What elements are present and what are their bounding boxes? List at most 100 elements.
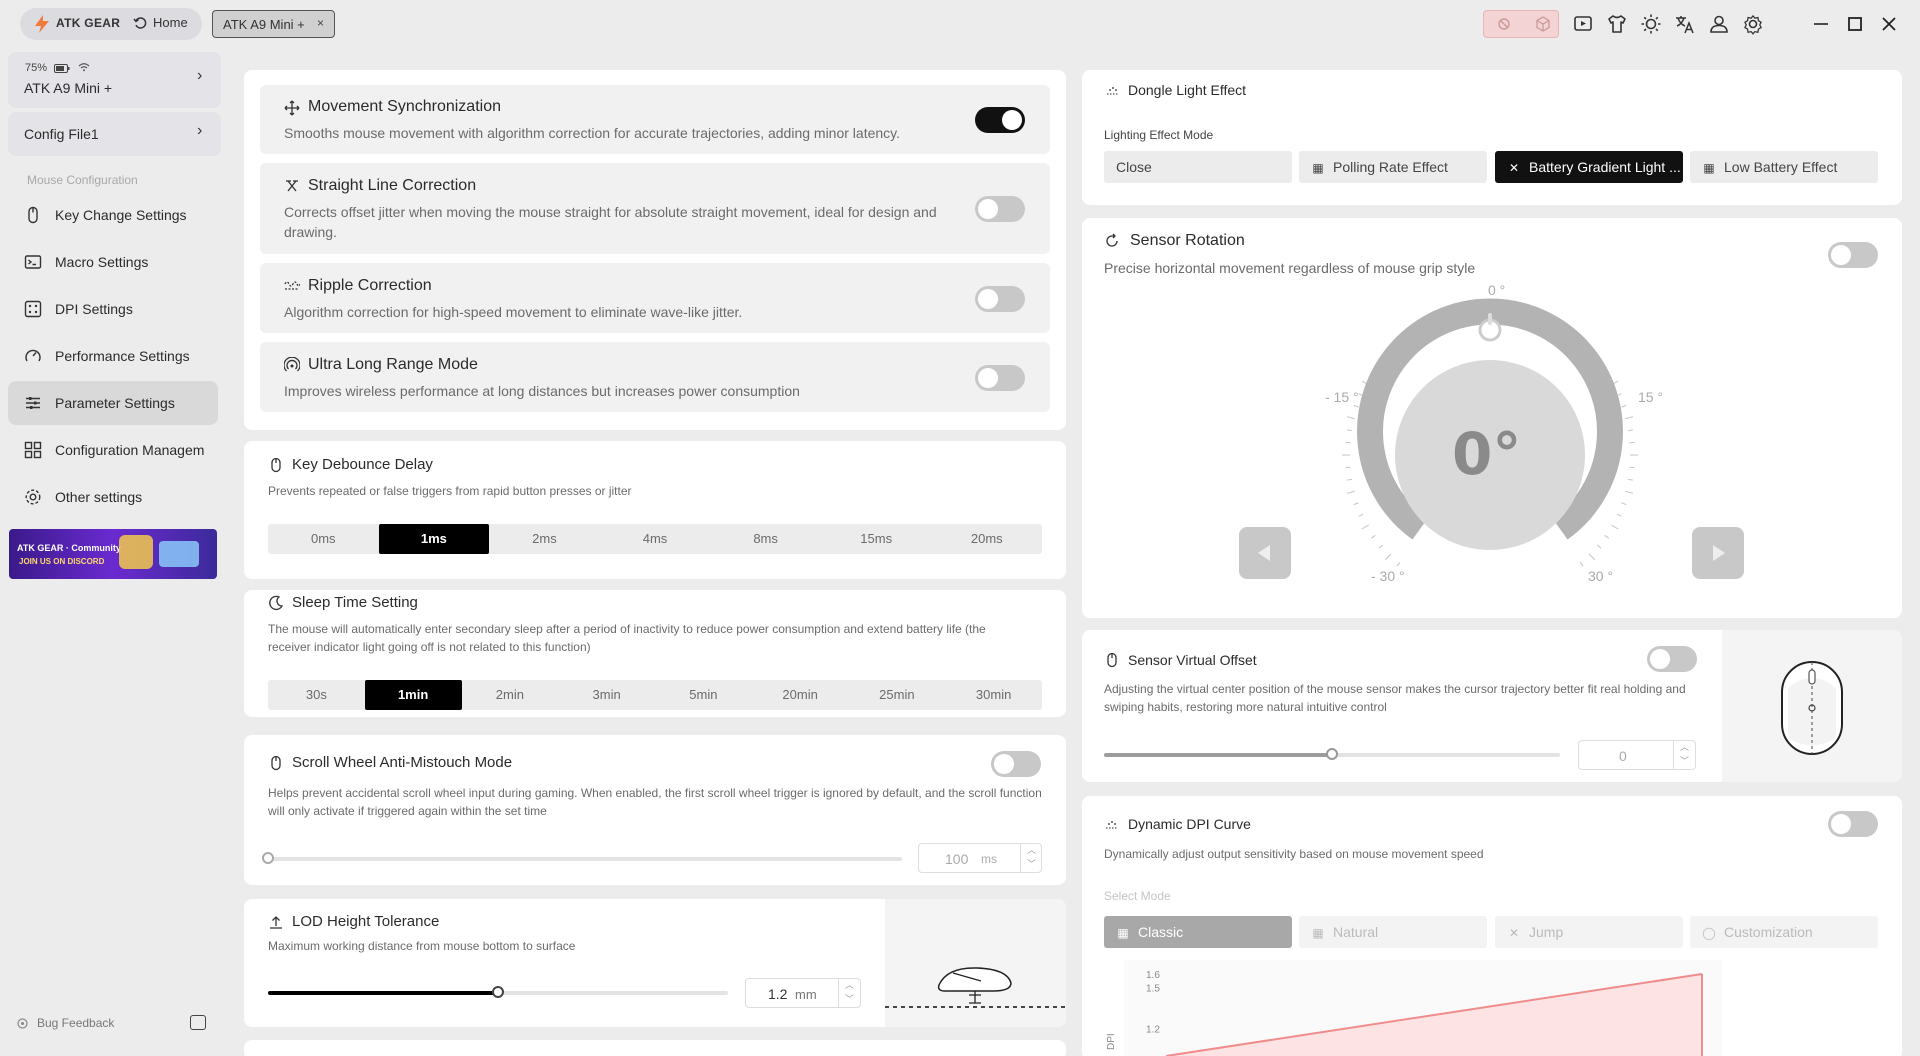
ultra-range-toggle[interactable] <box>975 365 1025 391</box>
minimize-icon[interactable] <box>1810 13 1832 35</box>
mode-icon: ▦ <box>1703 161 1715 175</box>
offset-slider-knob[interactable] <box>1326 748 1338 760</box>
option-2min[interactable]: 2min <box>462 680 559 710</box>
rotate-left-button[interactable] <box>1239 527 1291 579</box>
option-2ms[interactable]: 2ms <box>489 524 600 554</box>
lighting-mode-label: Lighting Effect Mode <box>1104 128 1214 142</box>
dial-tick <box>1346 490 1355 494</box>
mode-jump[interactable]: ✕ Jump <box>1495 916 1683 948</box>
dial-tick <box>1588 553 1596 561</box>
sidebar-item-configuration-managem[interactable]: Configuration Managem <box>8 428 218 472</box>
option-5min[interactable]: 5min <box>655 680 752 710</box>
lod-stepper[interactable]: ︿ ﹀ <box>838 978 860 1008</box>
scroll-delay-stepper[interactable]: ︿ ﹀ <box>1020 843 1042 873</box>
sidebar-item-parameter-settings[interactable]: Parameter Settings <box>8 381 218 425</box>
no-connection-icon[interactable] <box>1496 16 1512 32</box>
option-4ms[interactable]: 4ms <box>600 524 711 554</box>
key-debounce-title: Key Debounce Delay <box>292 456 433 473</box>
mode-classic[interactable]: ▦ Classic <box>1104 916 1292 948</box>
option-20min[interactable]: 20min <box>752 680 849 710</box>
rotate-right-button[interactable] <box>1692 527 1744 579</box>
close-icon[interactable] <box>1878 13 1900 35</box>
shirt-icon[interactable] <box>1606 13 1628 35</box>
video-icon[interactable] <box>1572 13 1594 35</box>
option-30s[interactable]: 30s <box>268 680 365 710</box>
movement-sync-desc: Smooths mouse movement with algorithm co… <box>284 125 901 141</box>
scroll-delay-slider-track[interactable] <box>268 857 902 861</box>
mode-low-battery-effect[interactable]: ▦ Low Battery Effect <box>1690 151 1878 183</box>
scroll-wheel-toggle[interactable] <box>991 751 1041 777</box>
device-tab[interactable]: ATK A9 Mini + × <box>212 10 335 38</box>
sidebar-item-key-change-settings[interactable]: Key Change Settings <box>8 193 218 237</box>
mode-polling-rate-effect[interactable]: ▦ Polling Rate Effect <box>1299 151 1487 183</box>
maximize-icon[interactable] <box>1844 13 1866 35</box>
option-1ms[interactable]: 1ms <box>378 524 490 554</box>
cube-icon[interactable] <box>1535 16 1551 32</box>
scroll-delay-slider-knob[interactable] <box>262 852 274 864</box>
gear-icon[interactable] <box>1742 13 1764 35</box>
option-20ms[interactable]: 20ms <box>931 524 1042 554</box>
lod-slider-knob[interactable] <box>492 986 504 998</box>
brightness-icon[interactable] <box>1640 13 1662 35</box>
ripple-icon <box>284 278 301 294</box>
dial-tick <box>1346 416 1355 420</box>
chevron-right-icon[interactable]: › <box>197 67 202 85</box>
bug-feedback-link[interactable]: Bug Feedback <box>37 1016 114 1030</box>
option-30min[interactable]: 30min <box>945 680 1042 710</box>
sidebar-item-label: DPI Settings <box>55 301 133 317</box>
dial-tick <box>1625 416 1634 420</box>
option-3min[interactable]: 3min <box>558 680 655 710</box>
straight-line-title: Straight Line Correction <box>308 177 477 194</box>
sidebar-item-other-settings[interactable]: Other settings <box>8 475 218 519</box>
mouse-top-illustration <box>1781 661 1843 755</box>
mode-label: Natural <box>1333 924 1379 940</box>
sparkle-dots-icon <box>1104 817 1120 833</box>
mouse-icon <box>268 755 284 771</box>
dial-tick <box>1621 404 1627 408</box>
option-8ms[interactable]: 8ms <box>710 524 821 554</box>
debounce-selector: 0ms 1ms 2ms 4ms 8ms 15ms 20ms <box>268 524 1042 554</box>
y-tick-label: 1.2 <box>1146 1025 1160 1036</box>
dynamic-dpi-toggle[interactable] <box>1828 811 1878 837</box>
option-25min[interactable]: 25min <box>849 680 946 710</box>
device-name: ATK A9 Mini + <box>24 80 113 96</box>
dial-tick <box>1353 404 1359 408</box>
device-tab-close-icon[interactable]: × <box>317 16 324 30</box>
collapse-sidebar-icon[interactable] <box>190 1015 206 1030</box>
home-back-icon[interactable] <box>133 16 147 30</box>
sidebar-item-dpi-settings[interactable]: DPI Settings <box>8 287 218 331</box>
offset-stepper[interactable]: ︿ ﹀ <box>1673 740 1695 770</box>
mode-battery-gradient-light[interactable]: ✕ Battery Gradient Light ... <box>1495 151 1683 183</box>
user-icon[interactable] <box>1708 13 1730 35</box>
rotate-icon <box>1104 233 1120 249</box>
move-arrows-icon <box>284 100 300 116</box>
sensor-rotation-title: Sensor Rotation <box>1130 232 1245 249</box>
option-15ms[interactable]: 15ms <box>821 524 932 554</box>
sensor-offset-toggle[interactable] <box>1647 646 1697 672</box>
dial-label-plus30: 30 ° <box>1588 568 1614 584</box>
sidebar-item-macro-settings[interactable]: Macro Settings <box>8 240 218 284</box>
sidebar-item-label: Configuration Managem <box>55 442 205 458</box>
discord-banner[interactable]: ATK GEAR · Community JOIN US ON DISCORD <box>9 529 217 579</box>
sensor-rotation-toggle[interactable] <box>1828 242 1878 268</box>
home-link[interactable]: Home <box>153 15 188 30</box>
mode-customization[interactable]: ◯ Customization <box>1690 916 1878 948</box>
signal-icon <box>283 356 301 373</box>
config-file-label: Config File1 <box>24 126 99 142</box>
offset-value: 0 <box>1619 748 1627 764</box>
mode-close[interactable]: Close <box>1104 151 1292 183</box>
rotation-value: 0° <box>1452 420 1522 488</box>
dpi-curve-chart: 1.6 1.5 1.2 DPI <box>1106 960 1722 1056</box>
option-0ms[interactable]: 0ms <box>268 524 379 554</box>
chevron-right-icon[interactable]: › <box>197 122 202 140</box>
mode-natural[interactable]: ▦ Natural <box>1299 916 1487 948</box>
straight-line-desc: Corrects offset jitter when moving the m… <box>284 204 937 240</box>
straight-line-toggle[interactable] <box>975 196 1025 222</box>
sidebar-item-performance-settings[interactable]: Performance Settings <box>8 334 218 378</box>
battery-percent: 75% <box>25 62 48 74</box>
translate-icon[interactable] <box>1674 13 1696 35</box>
option-1min[interactable]: 1min <box>364 680 462 710</box>
movement-sync-toggle[interactable] <box>975 107 1025 133</box>
ripple-toggle[interactable] <box>975 286 1025 312</box>
dial-tick <box>1579 561 1584 567</box>
